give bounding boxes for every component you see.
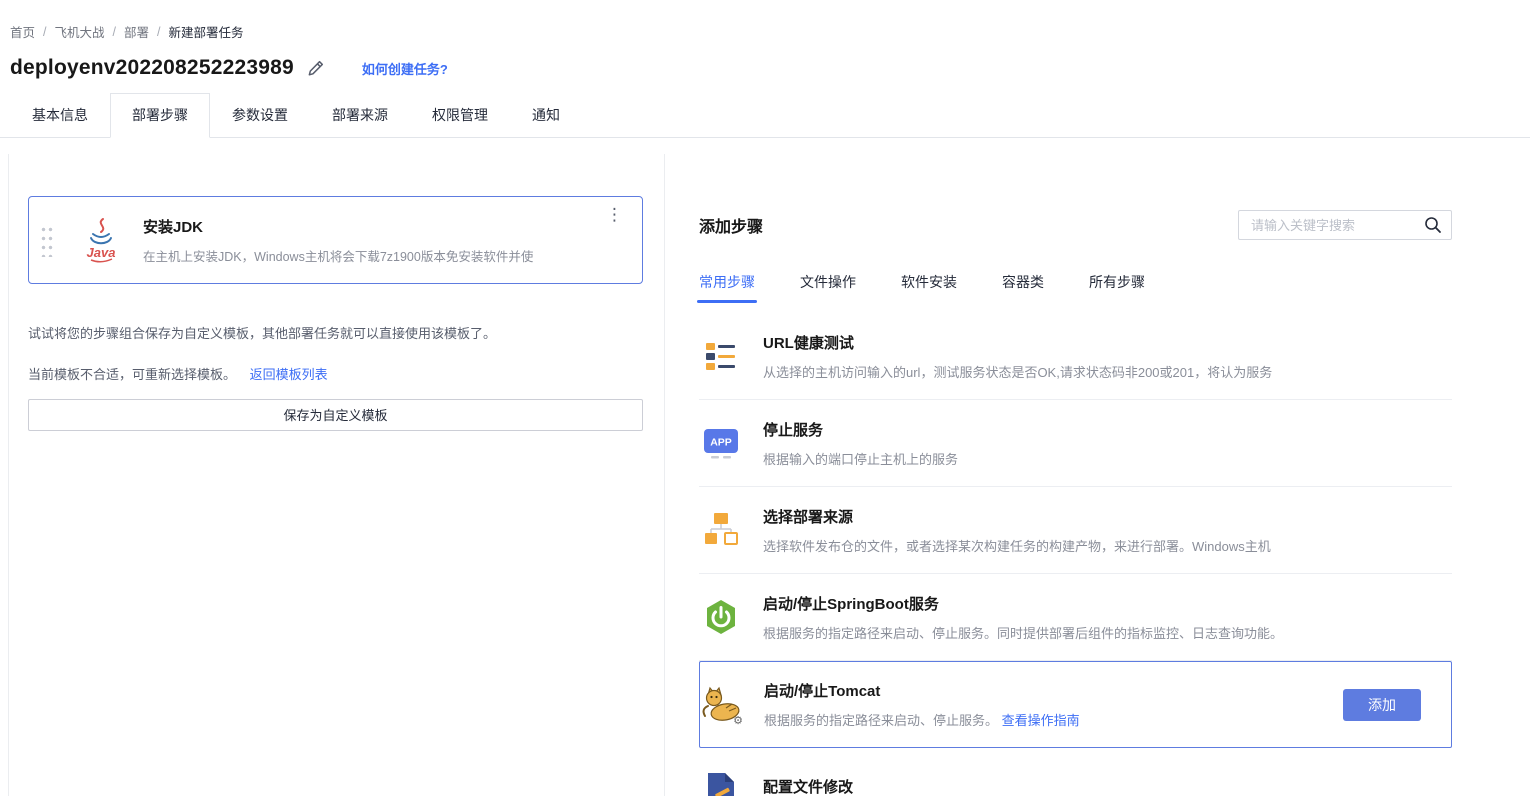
deploy-steps-panel: Java 安装JDK 在主机上安装JDK，Windows主机将会下载7z1900…	[9, 154, 665, 796]
breadcrumb-current: 新建部署任务	[168, 26, 244, 40]
add-step-title: 添加步骤	[699, 219, 764, 236]
add-step-button[interactable]: 添加	[1343, 688, 1421, 721]
add-step-panel: 添加步骤 常用步骤 文件操作 软件安装 容器类 所有步骤	[665, 154, 1530, 796]
breadcrumb-home[interactable]: 首页	[10, 22, 35, 41]
svg-text:Java: Java	[87, 245, 116, 260]
template-hint-text: 当前模板不合适，可重新选择模板。	[28, 366, 237, 382]
step-item-title: 停止服务	[763, 421, 824, 439]
breadcrumb-project[interactable]: 飞机大战	[55, 22, 105, 41]
step-item-description-text: 根据服务的指定路径来启动、停止服务。	[764, 713, 999, 728]
page-title: deployenv202208252223989	[10, 56, 294, 79]
top-tab-bar: 基本信息 部署步骤 参数设置 部署来源 权限管理 通知	[0, 93, 1530, 138]
step-item-stop-service[interactable]: APP 停止服务 根据输入的端口停止主机上的服务	[699, 400, 1452, 487]
step-item-title: 启动/停止SpringBoot服务	[763, 595, 939, 613]
step-item-url-health-check[interactable]: URL健康测试 从选择的主机访问输入的url，测试服务状态是否OK,请求状态码非…	[699, 313, 1452, 400]
how-to-create-task-link[interactable]: 如何创建任务?	[362, 59, 448, 78]
step-item-description: 从选择的主机访问输入的url，测试服务状态是否OK,请求状态码非200或201，…	[763, 364, 1273, 380]
view-operation-guide-link[interactable]: 查看操作指南	[1002, 713, 1080, 728]
svg-text:⚙: ⚙	[733, 715, 743, 725]
tab-permission-management[interactable]: 权限管理	[410, 93, 510, 138]
url-health-icon	[699, 338, 743, 374]
step-card-text: 安装JDK 在主机上安装JDK，Windows主机将会下载7z1900版本免安装…	[143, 216, 642, 265]
category-tab-software-install[interactable]: 软件安装	[901, 272, 957, 303]
step-item-title: URL健康测试	[763, 334, 854, 352]
title-row: deployenv202208252223989 如何创建任务?	[10, 56, 1530, 80]
step-item-select-deploy-source[interactable]: 选择部署来源 选择软件发布仓的文件，或者选择某次构建任务的构建产物，来进行部署。…	[699, 487, 1452, 574]
step-item-text: 启动/停止Tomcat 根据服务的指定路径来启动、停止服务。 查看操作指南	[764, 680, 1323, 729]
breadcrumb-separator: /	[43, 24, 47, 39]
breadcrumb-deploy[interactable]: 部署	[124, 22, 149, 41]
category-tab-file-ops[interactable]: 文件操作	[800, 272, 856, 303]
step-card-install-jdk[interactable]: Java 安装JDK 在主机上安装JDK，Windows主机将会下载7z1900…	[28, 196, 643, 284]
step-search-box	[1238, 210, 1452, 240]
step-item-text: 停止服务 根据输入的端口停止主机上的服务	[763, 419, 1452, 468]
template-tip-text: 试试将您的步骤组合保存为自定义模板，其他部署任务就可以直接使用该模板了。	[28, 326, 497, 341]
step-card-title: 安装JDK	[143, 218, 204, 236]
search-icon[interactable]	[1424, 216, 1442, 234]
java-icon: Java	[81, 217, 121, 263]
svg-text:APP: APP	[710, 437, 732, 449]
step-item-description: 根据服务的指定路径来启动、停止服务。 查看操作指南	[764, 710, 1323, 729]
step-item-text: 选择部署来源 选择软件发布仓的文件，或者选择某次构建任务的构建产物，来进行部署。…	[763, 506, 1452, 555]
step-item-title: 选择部署来源	[763, 508, 854, 526]
pencil-icon	[308, 60, 323, 76]
deploy-source-icon	[699, 512, 743, 548]
step-search-input[interactable]	[1249, 216, 1424, 234]
category-tab-common[interactable]: 常用步骤	[697, 272, 757, 303]
step-card-description: 在主机上安装JDK，Windows主机将会下载7z1900版本免安装软件并使	[143, 249, 534, 264]
tab-deploy-source[interactable]: 部署来源	[310, 93, 410, 138]
step-item-title: 启动/停止Tomcat	[764, 683, 881, 700]
step-list: URL健康测试 从选择的主机访问输入的url，测试服务状态是否OK,请求状态码非…	[699, 313, 1452, 796]
step-category-tabs: 常用步骤 文件操作 软件安装 容器类 所有步骤	[697, 272, 1452, 303]
drag-handle[interactable]	[39, 223, 53, 257]
category-tab-container[interactable]: 容器类	[1002, 272, 1044, 303]
app-service-icon: APP	[699, 425, 743, 461]
breadcrumb-separator: /	[157, 24, 161, 39]
config-file-icon	[699, 771, 743, 796]
tab-parameter-settings[interactable]: 参数设置	[210, 93, 310, 138]
step-item-text: URL健康测试 从选择的主机访问输入的url，测试服务状态是否OK,请求状态码非…	[763, 332, 1452, 381]
tomcat-icon: ⚙	[700, 685, 744, 725]
step-item-description: 根据服务的指定路径来启动、停止服务。同时提供部署后组件的指标监控、日志查询功能。	[763, 625, 1284, 641]
add-step-header: 添加步骤	[699, 210, 1452, 240]
springboot-icon	[699, 599, 743, 635]
back-to-template-list-link[interactable]: 返回模板列表	[250, 367, 328, 382]
breadcrumb: 首页 / 飞机大战 / 部署 / 新建部署任务	[10, 22, 1530, 41]
tab-basic-info[interactable]: 基本信息	[10, 93, 110, 138]
step-item-description: 根据输入的端口停止主机上的服务	[763, 451, 959, 467]
step-item-text: 启动/停止SpringBoot服务 根据服务的指定路径来启动、停止服务。同时提供…	[763, 593, 1452, 642]
category-tab-all[interactable]: 所有步骤	[1089, 272, 1145, 303]
deploy-task-page: 首页 / 飞机大战 / 部署 / 新建部署任务 deployenv2022082…	[0, 0, 1530, 796]
main-content: Java 安装JDK 在主机上安装JDK，Windows主机将会下载7z1900…	[8, 154, 1530, 796]
step-item-description: 选择软件发布仓的文件，或者选择某次构建任务的构建产物，来进行部署。Windows…	[763, 538, 1271, 554]
step-item-springboot[interactable]: 启动/停止SpringBoot服务 根据服务的指定路径来启动、停止服务。同时提供…	[699, 574, 1452, 661]
save-as-custom-template-button[interactable]: 保存为自定义模板	[28, 398, 643, 431]
tab-notification[interactable]: 通知	[510, 93, 582, 138]
step-item-config-file-modify[interactable]: 配置文件修改	[699, 748, 1452, 796]
tab-deploy-steps[interactable]: 部署步骤	[110, 93, 210, 138]
template-hint-row: 当前模板不合适，可重新选择模板。 返回模板列表	[28, 364, 643, 383]
step-item-tomcat[interactable]: ⚙ 启动/停止Tomcat 根据服务的指定路径来启动、停止服务。 查看操作指南 …	[699, 661, 1452, 748]
edit-title-button[interactable]	[307, 60, 324, 77]
step-item-text: 配置文件修改	[763, 776, 1452, 796]
breadcrumb-separator: /	[112, 24, 116, 39]
step-item-title: 配置文件修改	[763, 779, 854, 796]
kebab-menu-icon[interactable]: ⋮	[602, 204, 627, 225]
